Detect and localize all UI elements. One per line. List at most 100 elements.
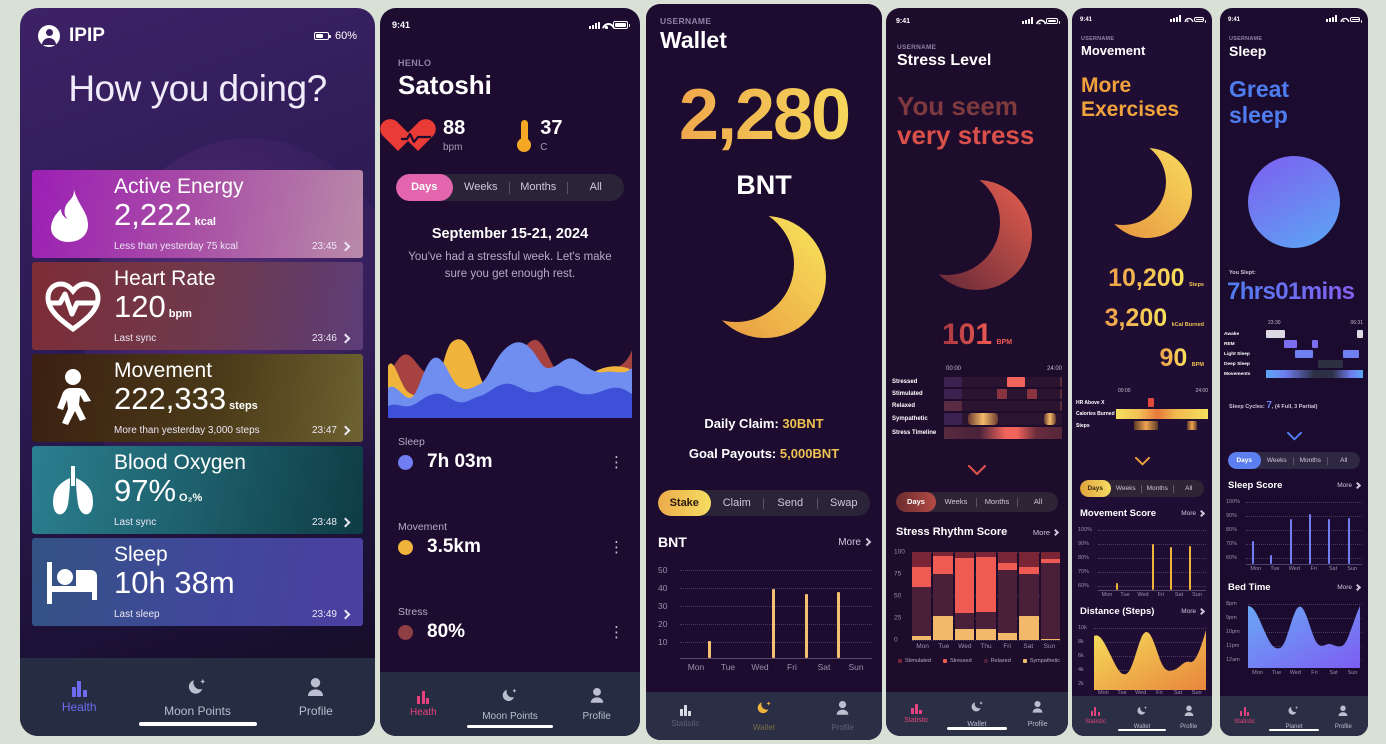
metric-heart-rate: 88 bpm [380, 114, 465, 153]
range-tab-all[interactable]: All [1174, 480, 1205, 497]
battery-icon [1350, 17, 1362, 23]
range-tab-months[interactable]: Months [1294, 452, 1327, 469]
chevron-right-icon [340, 609, 351, 620]
tab-profile[interactable]: Profile [1007, 692, 1068, 736]
stat-row-stress[interactable]: Stress 80% ⋮ [398, 606, 624, 643]
walking-icon [32, 369, 114, 427]
tab-label: Health [61, 699, 97, 714]
more-options-icon[interactable]: ⋮ [609, 455, 624, 470]
x-label: Sat [1023, 643, 1034, 650]
status-time: 9:41 [1080, 16, 1093, 23]
more-label: More [1337, 584, 1352, 591]
range-tab-all[interactable]: All [1328, 452, 1361, 469]
home-indicator [1269, 728, 1319, 731]
bar-sat [1170, 546, 1173, 590]
action-swap[interactable]: Swap [818, 490, 871, 516]
range-tab-weeks[interactable]: Weeks [1261, 452, 1294, 469]
metric-title: Blood Oxygen [114, 451, 246, 475]
range-tab-days[interactable]: Days [1228, 452, 1261, 469]
headline-bright: very stress [897, 120, 1035, 151]
more-label: More [1337, 482, 1352, 489]
tab-profile[interactable]: Profile [803, 692, 882, 740]
stat-value: 80% [427, 621, 466, 642]
action-send[interactable]: Send [764, 490, 817, 516]
range-tab-all[interactable]: All [1018, 492, 1058, 512]
stat-row-movement[interactable]: Movement 3.5km ⋮ [398, 521, 624, 558]
stat-row-sleep[interactable]: Sleep 7h 03m ⋮ [398, 436, 624, 473]
range-tab-group: Days Weeks Months All [396, 174, 624, 201]
more-options-icon[interactable]: ⋮ [609, 625, 624, 640]
range-tab-days[interactable]: Days [896, 492, 936, 512]
phone-screen-wallet: USERNAME Wallet 2,280 BNT Daily Claim: 3… [646, 4, 882, 740]
range-tab-months[interactable]: Months [1142, 480, 1173, 497]
tab-heath[interactable]: Heath [380, 672, 467, 736]
range-tab-group: Days Weeks Months All [1080, 480, 1204, 497]
action-claim[interactable]: Claim [711, 490, 764, 516]
range-tab-months[interactable]: Months [977, 492, 1017, 512]
bpm-unit: BPM [996, 339, 1013, 346]
tab-profile[interactable]: Profile [1319, 696, 1368, 736]
metric-card-heart-rate[interactable]: Heart Rate 120 bpm Last sync 23:46 [32, 262, 363, 350]
metric-card-blood-oxygen[interactable]: Blood Oxygen 97% O₂% Last sync 23:48 [32, 446, 363, 534]
tab-statistic[interactable]: Statistic [886, 692, 947, 736]
tab-label: Wallet [753, 723, 775, 732]
more-link[interactable]: More [1337, 481, 1362, 490]
metric-title: Movement [114, 359, 213, 383]
tab-profile[interactable]: Profile [1165, 696, 1212, 736]
more-link[interactable]: More [1181, 607, 1206, 616]
stacked-bar-sat [1019, 552, 1039, 640]
expand-chevron[interactable] [886, 463, 1068, 481]
metric-unit: steps [229, 400, 258, 413]
person-icon [1032, 700, 1043, 718]
page-title: Stress Level [897, 52, 992, 69]
x-label: Sun [1347, 670, 1358, 676]
action-stake[interactable]: Stake [658, 490, 711, 516]
bar-tue [707, 641, 711, 658]
tab-statistic[interactable]: Statistic [646, 692, 725, 740]
range-tab-weeks[interactable]: Weeks [1111, 480, 1142, 497]
metric-card-sleep[interactable]: Sleep 10h 38m Last sleep 23:49 [32, 538, 363, 626]
metric-unit: bpm [443, 142, 463, 153]
metric-note: Last sync [114, 332, 157, 344]
lungs-icon [32, 464, 114, 516]
range-tab-all[interactable]: All [568, 174, 625, 201]
metric-card-movement[interactable]: Movement 222,333 steps More than yesterda… [32, 354, 363, 442]
more-link[interactable]: More [1033, 528, 1060, 537]
person-icon [307, 677, 324, 701]
username-label: USERNAME [1081, 36, 1115, 42]
bar-chart-icon [417, 690, 430, 704]
more-link[interactable]: More [838, 537, 872, 548]
range-tab-days[interactable]: Days [1080, 480, 1111, 497]
username-label: USERNAME [660, 16, 712, 26]
home-indicator [1118, 728, 1166, 731]
tab-health[interactable]: Health [20, 658, 138, 736]
tab-label: Statistic [1234, 719, 1256, 725]
metric-card-active-energy[interactable]: Active Energy 2,222 kcal Less than yester… [32, 170, 363, 258]
more-link[interactable]: More [1337, 583, 1362, 592]
signal-icon [1326, 15, 1337, 22]
tab-statistic[interactable]: Statistic [1072, 696, 1119, 736]
avatar-icon[interactable] [38, 25, 60, 47]
range-tab-weeks[interactable]: Weeks [936, 492, 976, 512]
x-label: Fri [1003, 643, 1011, 650]
tab-statistic[interactable]: Statistic [1220, 696, 1269, 736]
range-tab-weeks[interactable]: Weeks [453, 174, 510, 201]
more-options-icon[interactable]: ⋮ [609, 540, 624, 555]
x-label: Tue [938, 643, 950, 650]
expand-chevron[interactable] [1072, 453, 1212, 471]
expand-chevron[interactable] [1220, 428, 1368, 446]
timeline-end-label: 24:00 [1046, 366, 1062, 372]
tab-profile[interactable]: Profile [553, 672, 640, 736]
status-icons [1022, 17, 1060, 25]
range-tab-days[interactable]: Days [396, 174, 453, 201]
headline-dim: You seem [897, 91, 1018, 121]
sleep-cycles-label: Sleep Cycles: [1229, 404, 1265, 410]
person-icon [1338, 703, 1348, 721]
more-link[interactable]: More [1181, 509, 1206, 518]
tab-wallet[interactable]: Wallet [725, 692, 804, 740]
range-tab-months[interactable]: Months [510, 174, 567, 201]
wallet-currency: BNT [736, 170, 792, 200]
chart-title: Sleep Score [1228, 480, 1283, 491]
bed-icon [32, 558, 114, 606]
tab-profile[interactable]: Profile [257, 658, 375, 736]
